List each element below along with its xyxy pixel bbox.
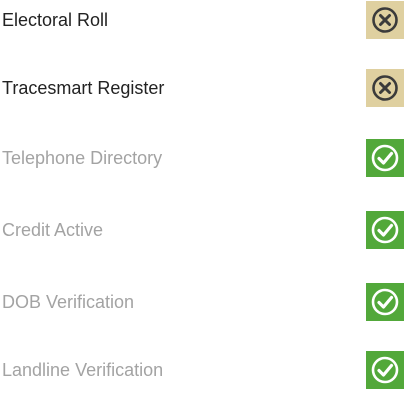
check-row-electoral-roll: Electoral Roll bbox=[0, 0, 404, 40]
close-circle-icon bbox=[366, 69, 404, 107]
check-label-credit-active: Credit Active bbox=[2, 220, 104, 240]
check-circle-icon bbox=[366, 139, 404, 177]
status-badge-fail bbox=[366, 1, 404, 39]
status-badge-pass bbox=[366, 351, 404, 389]
check-label-landline-verification: Landline Verification bbox=[2, 360, 164, 380]
check-label-electoral-roll: Electoral Roll bbox=[2, 10, 109, 30]
check-row-landline-verification: Landline Verification bbox=[0, 350, 404, 390]
check-row-telephone-directory: Telephone Directory bbox=[0, 138, 404, 178]
check-row-dob-verification: DOB Verification bbox=[0, 282, 404, 322]
check-row-tracesmart-register: Tracesmart Register bbox=[0, 68, 404, 108]
close-circle-icon bbox=[366, 1, 404, 39]
status-badge-fail bbox=[366, 69, 404, 107]
check-circle-icon bbox=[366, 211, 404, 249]
check-row-credit-active: Credit Active bbox=[0, 210, 404, 250]
verification-check-list: Electoral Roll Tracesmart Register Telep… bbox=[0, 0, 404, 398]
status-badge-pass bbox=[366, 211, 404, 249]
status-badge-pass bbox=[366, 283, 404, 321]
check-label-dob-verification: DOB Verification bbox=[2, 292, 135, 312]
check-label-tracesmart-register: Tracesmart Register bbox=[2, 78, 165, 98]
status-badge-pass bbox=[366, 139, 404, 177]
check-circle-icon bbox=[366, 351, 404, 389]
check-label-telephone-directory: Telephone Directory bbox=[2, 148, 163, 168]
check-circle-icon bbox=[366, 283, 404, 321]
